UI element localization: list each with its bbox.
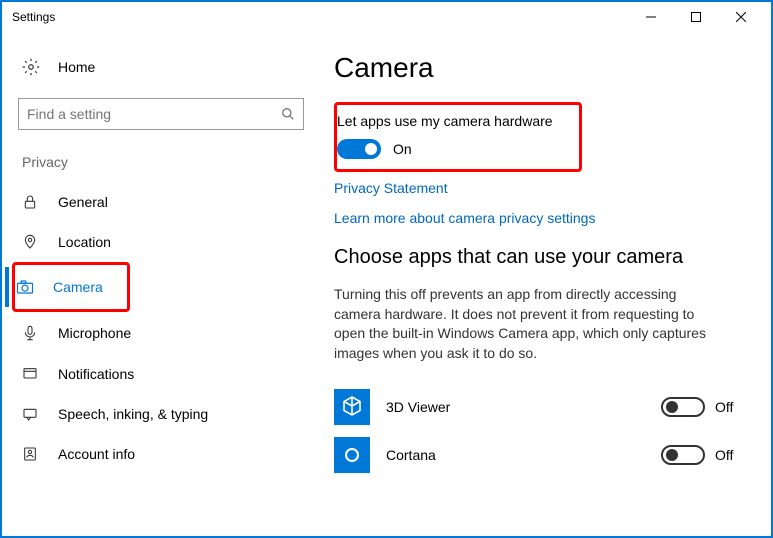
content-area: Home Privacy General Location (2, 32, 771, 536)
master-toggle-state: On (393, 141, 412, 157)
sidebar-item-label: General (58, 194, 108, 210)
sidebar-item-notifications[interactable]: Notifications (16, 354, 314, 394)
sidebar-item-camera[interactable]: Camera (5, 267, 127, 307)
app-toggle-state: Off (715, 447, 741, 463)
privacy-statement-link[interactable]: Privacy Statement (334, 180, 741, 196)
gear-icon (22, 58, 42, 76)
lock-icon (20, 194, 40, 210)
learn-more-link[interactable]: Learn more about camera privacy settings (334, 210, 741, 226)
app-name: Cortana (386, 447, 661, 463)
choose-apps-description: Turning this off prevents an app from di… (334, 285, 714, 363)
notifications-icon (20, 366, 40, 382)
sidebar-item-account[interactable]: Account info (16, 434, 314, 474)
app-row-3d-viewer: 3D Viewer Off (334, 383, 741, 431)
app-row-cortana: Cortana Off (334, 431, 741, 479)
section-label: Privacy (18, 154, 314, 170)
master-toggle-row: On (337, 139, 569, 159)
close-button[interactable] (718, 3, 763, 31)
master-toggle[interactable] (337, 139, 381, 159)
app-toggle-state: Off (715, 399, 741, 415)
sidebar-item-label: Notifications (58, 366, 134, 382)
app-toggle-cortana[interactable] (661, 445, 705, 465)
highlight-master-toggle: Let apps use my camera hardware On (334, 102, 582, 172)
search-input[interactable] (18, 98, 304, 130)
titlebar: Settings (2, 2, 771, 32)
location-icon (20, 234, 40, 250)
search-field[interactable] (27, 106, 281, 122)
sidebar: Home Privacy General Location (2, 32, 330, 536)
home-label: Home (58, 59, 95, 75)
search-icon (281, 107, 295, 121)
master-toggle-label: Let apps use my camera hardware (337, 113, 569, 129)
sidebar-item-label: Location (58, 234, 111, 250)
sidebar-item-microphone[interactable]: Microphone (16, 312, 314, 354)
cortana-icon (334, 437, 370, 473)
account-icon (20, 446, 40, 462)
main-panel: Camera Let apps use my camera hardware O… (330, 32, 771, 536)
sidebar-item-label: Speech, inking, & typing (58, 406, 208, 422)
camera-icon (15, 280, 35, 294)
sidebar-item-label: Microphone (58, 325, 131, 341)
app-toggle-3d-viewer[interactable] (661, 397, 705, 417)
choose-apps-heading: Choose apps that can use your camera (334, 246, 741, 269)
sidebar-item-label: Account info (58, 446, 135, 462)
sidebar-item-speech[interactable]: Speech, inking, & typing (16, 394, 314, 434)
highlight-camera-nav: Camera (12, 262, 130, 312)
microphone-icon (20, 324, 40, 342)
window-title: Settings (10, 10, 628, 24)
minimize-button[interactable] (628, 3, 673, 31)
speech-icon (20, 406, 40, 422)
window-controls (628, 3, 763, 31)
page-title: Camera (334, 52, 741, 84)
3d-viewer-icon (334, 389, 370, 425)
sidebar-item-general[interactable]: General (16, 182, 314, 222)
home-button[interactable]: Home (18, 52, 314, 82)
sidebar-item-label: Camera (53, 279, 103, 295)
app-name: 3D Viewer (386, 399, 661, 415)
settings-window: Settings Home (0, 0, 773, 538)
sidebar-item-location[interactable]: Location (16, 222, 314, 262)
maximize-button[interactable] (673, 3, 718, 31)
